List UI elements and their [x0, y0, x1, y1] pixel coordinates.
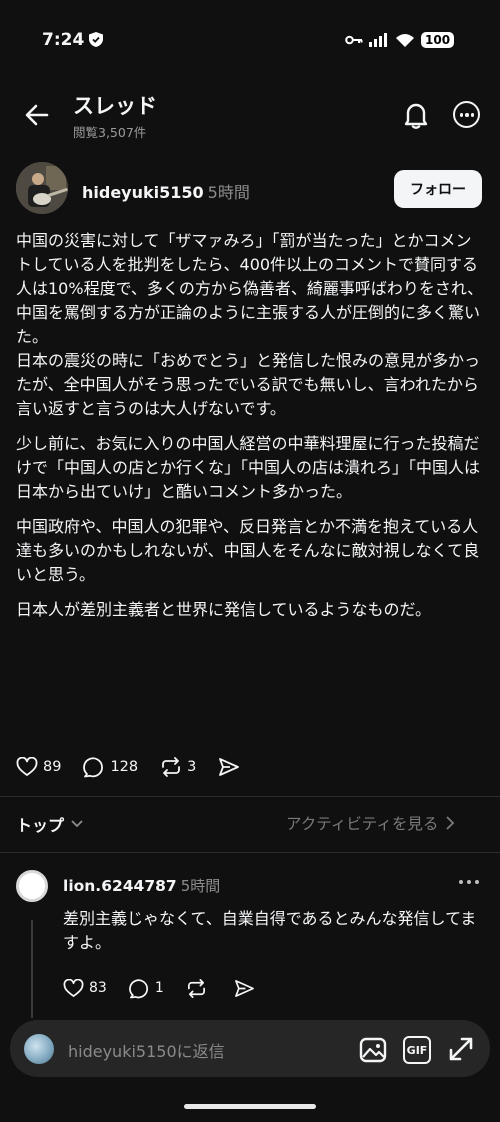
view-count: 閲覧3,507件	[73, 125, 147, 140]
post-actions: 89 128 3	[16, 753, 267, 781]
comment-icon	[83, 757, 104, 778]
reply-author-name[interactable]: lion.6244787	[63, 877, 177, 895]
post-time: 5時間	[207, 183, 250, 202]
signal-icon	[369, 33, 387, 47]
status-indicators: 100	[345, 31, 455, 49]
follow-button[interactable]: フォロー	[394, 170, 482, 208]
sort-label: トップ	[16, 816, 65, 835]
reply-count: 128	[110, 759, 139, 775]
status-time: 7:24	[42, 30, 85, 50]
reply-actions: 83 1	[63, 975, 282, 1001]
my-avatar	[24, 1034, 54, 1064]
home-indicator[interactable]	[184, 1104, 316, 1109]
send-icon	[234, 979, 254, 997]
reply-more-icon[interactable]	[459, 880, 479, 884]
repost-button[interactable]: 3	[160, 756, 196, 778]
key-icon	[345, 35, 363, 45]
reply-text: 差別主義じゃなくて、自業自得であるとみんな発信してますよ。	[63, 909, 477, 952]
repost-icon	[187, 978, 205, 998]
expand-icon[interactable]	[447, 1035, 475, 1063]
shield-icon	[89, 32, 103, 47]
sort-dropdown[interactable]: トップ	[16, 812, 85, 836]
guitar-photo-image	[16, 162, 68, 214]
heart-icon	[63, 978, 84, 997]
repost-icon	[162, 757, 181, 777]
more-options-icon[interactable]	[453, 101, 480, 128]
post-paragraph: 中国政府や、中国人の犯罪や、反日発言とか不満を抱えている人達も多いのかもしれない…	[16, 517, 480, 584]
page-title: スレッド	[73, 94, 157, 118]
repost-count: 3	[187, 759, 197, 775]
post-author[interactable]: hideyuki5150 5時間	[82, 179, 250, 203]
reply-author[interactable]: lion.6244787 5時間	[63, 875, 220, 896]
gif-icon[interactable]: GIF	[403, 1036, 431, 1064]
chevron-down-icon	[71, 820, 83, 828]
heart-icon	[16, 757, 38, 776]
reply-like-button[interactable]: 83	[63, 978, 107, 998]
share-button[interactable]	[218, 757, 245, 777]
like-count: 89	[43, 759, 62, 775]
reply-reply-count: 1	[154, 980, 164, 996]
divider	[0, 852, 500, 853]
reply-input[interactable]: hideyuki5150に返信	[68, 1038, 225, 1062]
author-name[interactable]: hideyuki5150	[82, 183, 204, 202]
wifi-icon	[396, 33, 414, 47]
reply-like-count: 83	[89, 980, 107, 996]
bell-icon[interactable]	[402, 100, 430, 130]
author-avatar[interactable]	[16, 162, 68, 214]
view-activity-link[interactable]: アクティビティを見る	[286, 812, 457, 834]
comment-icon	[128, 978, 148, 998]
reply-author-avatar[interactable]	[16, 870, 48, 902]
thread-line	[31, 920, 33, 1018]
reply-button[interactable]: 128	[83, 756, 138, 778]
post-paragraph: 中国の災害に対して「ザマァみろ」「罰が当たった」とかコメントしている人を批判をし…	[16, 231, 484, 418]
battery-indicator: 100	[421, 32, 455, 48]
back-arrow-icon[interactable]	[24, 102, 50, 128]
like-button[interactable]: 89	[16, 757, 61, 777]
divider	[0, 796, 500, 797]
activity-label: アクティビティを見る	[286, 815, 439, 833]
post-body: 中国の災害に対して「ザマァみろ」「罰が当たった」とかコメントしている人を批判をし…	[16, 229, 486, 633]
reply-reply-button[interactable]: 1	[128, 978, 164, 999]
send-icon	[219, 758, 240, 776]
reply-time: 5時間	[180, 877, 221, 895]
chevron-right-icon	[446, 816, 455, 830]
image-icon[interactable]	[359, 1036, 387, 1064]
post-paragraph: 日本人が差別主義者と世界に発信しているようなものだ。	[16, 600, 432, 619]
reply-share-button[interactable]	[234, 979, 260, 998]
reply-repost-button[interactable]	[186, 978, 212, 999]
post-paragraph: 少し前に、お気に入りの中国人経営の中華料理屋に行った投稿だけで「中国人の店とか行…	[16, 434, 481, 501]
